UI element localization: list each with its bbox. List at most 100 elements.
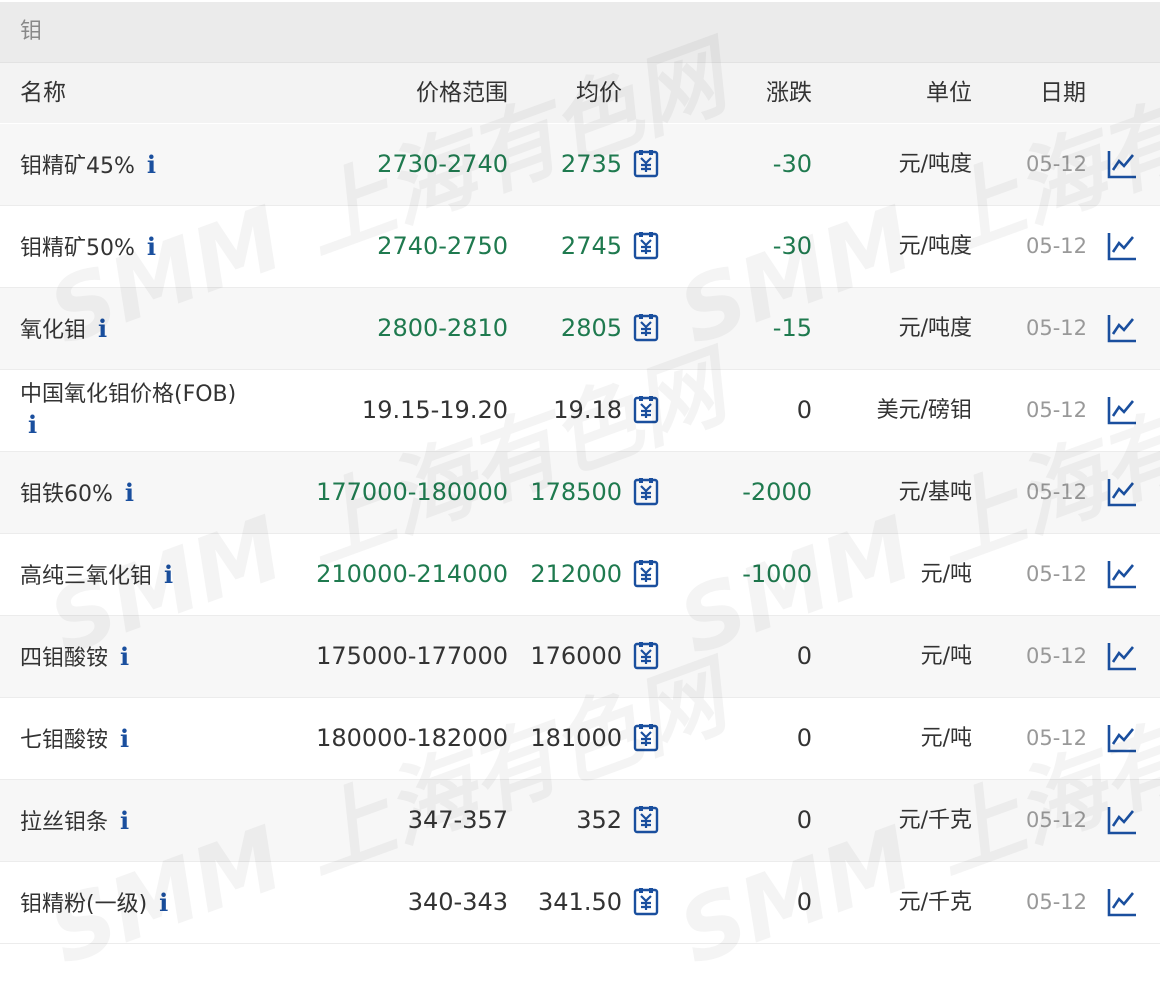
- product-name[interactable]: 钼精矿50% i: [20, 206, 156, 287]
- table-row[interactable]: 中国氧化钼价格(FOB) i 19.15-19.20 19.18 0 美元/磅钼 05-12: [0, 370, 1160, 452]
- calendar-icon[interactable]: [633, 314, 659, 342]
- trend-chart-icon[interactable]: [1106, 640, 1138, 672]
- avg-price: 341.50: [538, 888, 622, 916]
- table-row[interactable]: 氧化钼 i 2800-2810 2805 -15 元/吨度 05-12: [0, 288, 1160, 370]
- calendar-icon[interactable]: [633, 806, 659, 834]
- price-range: 177000-180000: [316, 478, 508, 506]
- table-row[interactable]: 拉丝钼条 i 347-357 352 0 元/千克 05-12: [0, 780, 1160, 862]
- price-change: -15: [772, 314, 812, 342]
- price-unit: 元/吨度: [898, 152, 972, 177]
- product-name[interactable]: 七钼酸铵 i: [20, 698, 129, 779]
- table-row[interactable]: 钼精粉(一级) i 340-343 341.50 0 元/千克 05-12: [0, 862, 1160, 944]
- col-unit: 单位: [926, 80, 972, 106]
- calendar-icon[interactable]: [633, 724, 659, 752]
- calendar-icon[interactable]: [633, 478, 659, 506]
- col-range: 价格范围: [416, 80, 508, 106]
- info-icon[interactable]: i: [125, 452, 134, 533]
- table-row[interactable]: 钼铁60% i 177000-180000 178500 -2000 元/基吨 05-12: [0, 452, 1160, 534]
- product-name[interactable]: 四钼酸铵 i: [20, 616, 129, 697]
- price-unit: 元/千克: [898, 890, 972, 915]
- calendar-icon[interactable]: [633, 232, 659, 260]
- price-unit: 美元/磅钼: [876, 398, 972, 423]
- price-change: 0: [796, 396, 812, 424]
- trend-chart-icon[interactable]: [1106, 886, 1138, 918]
- price-unit: 元/吨: [920, 562, 972, 587]
- info-icon[interactable]: i: [120, 616, 129, 697]
- product-name-text[interactable]: 钼精矿50%: [20, 236, 135, 261]
- info-icon[interactable]: i: [147, 206, 156, 287]
- calendar-icon[interactable]: [633, 642, 659, 670]
- price-change: -2000: [742, 478, 812, 506]
- price-change: -30: [772, 150, 812, 178]
- product-name-text[interactable]: 高纯三氧化钼: [20, 564, 152, 589]
- price-date: 05-12: [1026, 726, 1088, 750]
- product-name[interactable]: 钼精粉(一级) i: [20, 862, 168, 943]
- price-range: 2730-2740: [377, 150, 508, 178]
- table-row[interactable]: 高纯三氧化钼 i 210000-214000 212000 -1000 元/吨 05-12: [0, 534, 1160, 616]
- price-date: 05-12: [1026, 480, 1088, 504]
- trend-chart-icon[interactable]: [1106, 312, 1138, 344]
- table-row[interactable]: 七钼酸铵 i 180000-182000 181000 0 元/吨 05-12: [0, 698, 1160, 780]
- product-name[interactable]: 中国氧化钼价格(FOB) i: [20, 380, 236, 440]
- info-icon[interactable]: i: [120, 698, 129, 779]
- price-date: 05-12: [1026, 316, 1088, 340]
- info-icon[interactable]: i: [159, 862, 168, 943]
- product-name-text[interactable]: 七钼酸铵: [20, 728, 108, 753]
- product-name-text[interactable]: 中国氧化钼价格(FOB): [20, 382, 236, 407]
- trend-chart-icon[interactable]: [1106, 394, 1138, 426]
- product-name[interactable]: 拉丝钼条 i: [20, 780, 129, 861]
- table-row[interactable]: 钼精矿50% i 2740-2750 2745 -30 元/吨度 05-12: [0, 206, 1160, 288]
- price-change: 0: [796, 642, 812, 670]
- price-range: 2800-2810: [377, 314, 508, 342]
- trend-chart-icon[interactable]: [1106, 558, 1138, 590]
- info-icon[interactable]: i: [98, 288, 107, 369]
- calendar-icon[interactable]: [633, 150, 659, 178]
- price-range: 19.15-19.20: [361, 396, 508, 424]
- product-name[interactable]: 钼铁60% i: [20, 452, 134, 533]
- price-date: 05-12: [1026, 890, 1088, 914]
- product-name-text[interactable]: 钼铁60%: [20, 482, 113, 507]
- price-unit: 元/吨度: [898, 316, 972, 341]
- product-name-text[interactable]: 拉丝钼条: [20, 810, 108, 835]
- price-date: 05-12: [1026, 152, 1088, 176]
- table-row[interactable]: 四钼酸铵 i 175000-177000 176000 0 元/吨 05-12: [0, 616, 1160, 698]
- info-icon[interactable]: i: [164, 534, 173, 615]
- price-range: 210000-214000: [316, 560, 508, 588]
- col-change: 涨跌: [766, 80, 812, 106]
- calendar-icon[interactable]: [633, 888, 659, 916]
- trend-chart-icon[interactable]: [1106, 476, 1138, 508]
- price-range: 180000-182000: [316, 724, 508, 752]
- product-name[interactable]: 高纯三氧化钼 i: [20, 534, 173, 615]
- price-range: 2740-2750: [377, 232, 508, 260]
- price-date: 05-12: [1026, 562, 1088, 586]
- product-name-text[interactable]: 四钼酸铵: [20, 646, 108, 671]
- col-avg: 均价: [576, 80, 622, 106]
- info-icon[interactable]: i: [147, 124, 156, 205]
- trend-chart-icon[interactable]: [1106, 230, 1138, 262]
- trend-chart-icon[interactable]: [1106, 722, 1138, 754]
- trend-chart-icon[interactable]: [1106, 148, 1138, 180]
- trend-chart-icon[interactable]: [1106, 804, 1138, 836]
- info-icon[interactable]: i: [28, 410, 37, 440]
- col-date: 日期: [1040, 80, 1086, 106]
- price-unit: 元/吨: [920, 726, 972, 751]
- calendar-icon[interactable]: [633, 560, 659, 588]
- calendar-icon[interactable]: [633, 396, 659, 424]
- price-date: 05-12: [1026, 398, 1088, 422]
- info-icon[interactable]: i: [120, 780, 129, 861]
- product-name-text[interactable]: 钼精粉(一级): [20, 892, 147, 917]
- price-panel: 钼 名称 价格范围 均价 涨跌 单位 日期 钼精矿45% i 2730-2740 27…: [0, 0, 1160, 985]
- product-name-text[interactable]: 氧化钼: [20, 318, 86, 343]
- panel-title: 钼: [20, 19, 43, 44]
- price-unit: 元/吨: [920, 644, 972, 669]
- price-change: 0: [796, 724, 812, 752]
- table-row[interactable]: 钼精矿45% i 2730-2740 2735 -30 元/吨度 05-12: [0, 124, 1160, 206]
- price-change: -30: [772, 232, 812, 260]
- product-name[interactable]: 氧化钼 i: [20, 288, 107, 369]
- product-name-text[interactable]: 钼精矿45%: [20, 154, 135, 179]
- price-range: 340-343: [407, 888, 508, 916]
- avg-price: 2805: [560, 314, 622, 342]
- price-unit: 元/千克: [898, 808, 972, 833]
- product-name[interactable]: 钼精矿45% i: [20, 124, 156, 205]
- panel-header: 钼: [0, 2, 1160, 63]
